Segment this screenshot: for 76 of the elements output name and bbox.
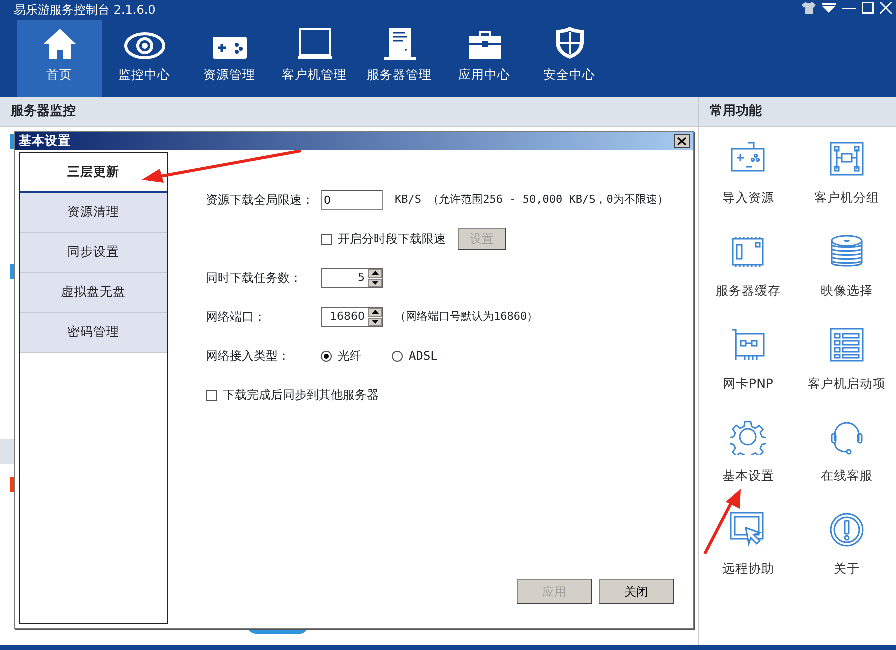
eye-icon: [124, 32, 166, 60]
field-label: 网络接入类型：: [206, 348, 291, 365]
gamepad-icon: [212, 36, 248, 60]
tree-diagram-icon: [830, 142, 864, 176]
dialog-title: 基本设置: [19, 132, 71, 150]
field-label: 网络端口：: [206, 309, 267, 326]
function-item[interactable]: 导入资源: [699, 139, 798, 208]
settings-icon: [730, 419, 766, 456]
network-card-icon: [731, 328, 766, 362]
settings-tab[interactable]: 资源清理: [20, 193, 167, 233]
annotation-arrow: [703, 488, 743, 556]
checkbox[interactable]: [206, 390, 217, 400]
window-title: 易乐游服务控制台 2.1.6.0: [14, 2, 156, 18]
shield-icon: [554, 26, 586, 60]
list-icon: [830, 328, 864, 362]
field-hint: KB/S （允许范围256 - 50,000 KB/S，0为不限速）: [395, 192, 668, 208]
nav-tab[interactable]: 客户机管理: [272, 20, 357, 97]
status-marker: [10, 264, 14, 279]
input-field[interactable]: 0: [321, 190, 383, 210]
function-item[interactable]: 服务器缓存: [699, 232, 798, 300]
panel-header: 常用功能: [699, 97, 896, 127]
caret-up-icon: [372, 271, 378, 276]
function-item[interactable]: 客户机启动项: [798, 324, 896, 394]
spin-field[interactable]: 16860: [321, 307, 383, 327]
dialog-button[interactable]: 关闭: [599, 579, 674, 604]
nav-tab[interactable]: 首页: [17, 20, 102, 97]
settings-tab[interactable]: 密码管理: [20, 313, 167, 353]
home-icon: [42, 28, 76, 60]
toolbox-icon: [468, 30, 502, 60]
nav-tab[interactable]: 资源管理: [187, 20, 272, 97]
status-marker: [10, 477, 14, 492]
shirt-icon[interactable]: [802, 2, 816, 14]
caret-up-icon: [372, 310, 378, 314]
remote-screen-icon: [730, 512, 766, 548]
field-label: 资源下载全局限速：: [206, 192, 315, 209]
field-hint: （网络端口号默认为16860）: [395, 308, 538, 325]
spin-up-button[interactable]: [368, 269, 382, 278]
function-item[interactable]: 映像选择: [798, 232, 896, 300]
spin-up-button[interactable]: [368, 308, 382, 316]
radio-button[interactable]: [392, 350, 403, 362]
section-header-bar: [0, 439, 14, 464]
checkbox-label: 下载完成后同步到其他服务器: [223, 387, 379, 404]
function-item[interactable]: 在线客服: [798, 417, 896, 486]
field-label: 同时下载任务数：: [206, 270, 303, 287]
server-icon: [384, 28, 416, 60]
monitor-icon: [298, 28, 332, 60]
panel-header: 服务器监控: [0, 97, 698, 127]
close-button[interactable]: [674, 134, 690, 148]
function-item[interactable]: 远程协助: [699, 510, 798, 579]
settings-tab[interactable]: 同步设置: [20, 233, 167, 273]
checkbox[interactable]: [321, 234, 332, 244]
exclamation-icon: [828, 512, 865, 548]
nav-tab[interactable]: 监控中心: [102, 20, 187, 97]
nav-tab[interactable]: 安全中心: [527, 20, 612, 97]
chip-icon: [731, 234, 766, 269]
disk-stack-icon: [830, 234, 864, 269]
function-item[interactable]: 网卡PNP: [699, 324, 798, 394]
nav-tab[interactable]: 应用中心: [442, 20, 527, 97]
function-item[interactable]: 关于: [798, 510, 896, 579]
radio-label: ADSL: [409, 348, 438, 365]
spin-down-button[interactable]: [368, 278, 382, 287]
caret-down-icon: [372, 280, 378, 285]
nav-tab[interactable]: 服务器管理: [357, 20, 442, 97]
radio-label: 光纤: [338, 348, 362, 365]
maximize-icon[interactable]: [862, 2, 874, 14]
spin-down-button[interactable]: [368, 318, 382, 326]
function-item[interactable]: 基本设置: [699, 417, 798, 486]
dropdown-icon[interactable]: [822, 3, 836, 13]
close-icon[interactable]: [880, 2, 892, 14]
radio-button[interactable]: [321, 350, 332, 362]
spin-field[interactable]: 5: [321, 268, 383, 288]
caret-down-icon: [372, 320, 378, 324]
function-item[interactable]: 客户机分组: [798, 139, 896, 208]
checkbox-label: 开启分时段下载限速: [338, 231, 446, 248]
status-marker: [10, 134, 14, 149]
settings-tab[interactable]: 虚拟盘无盘: [20, 273, 167, 313]
